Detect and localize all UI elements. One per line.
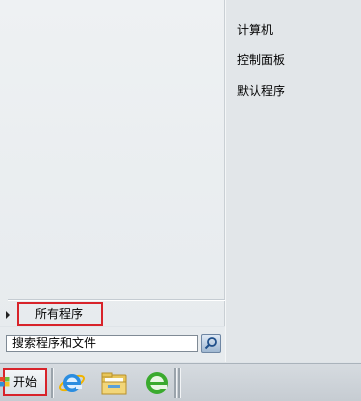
all-programs-label: 所有程序 xyxy=(17,302,103,326)
programs-pane xyxy=(0,0,225,326)
internet-explorer-icon[interactable] xyxy=(56,368,88,398)
search-row: 搜索程序和文件 xyxy=(0,327,225,362)
all-programs-button[interactable]: 所有程序 xyxy=(0,302,224,327)
taskbar-separator xyxy=(174,368,177,398)
search-input[interactable]: 搜索程序和文件 xyxy=(6,335,198,352)
windows-logo-icon xyxy=(0,377,10,387)
place-item-control-panel[interactable]: 控制面板 xyxy=(237,50,285,70)
ie-refresh-icon[interactable] xyxy=(141,368,173,398)
taskbar-separator xyxy=(178,368,181,398)
search-icon xyxy=(204,337,217,350)
folder-icon[interactable] xyxy=(98,368,130,398)
taskbar-separator xyxy=(51,368,54,398)
place-item-label: 控制面板 xyxy=(237,53,286,67)
start-button[interactable]: 开始 xyxy=(0,368,47,396)
taskbar: 开始 xyxy=(0,363,361,401)
place-item-label: 默认程序 xyxy=(237,84,286,98)
place-item-label: 计算机 xyxy=(237,23,274,37)
places-pane: 计算机 控制面板 默认程序 xyxy=(225,0,361,362)
chevron-right-icon xyxy=(6,311,10,319)
search-placeholder: 搜索程序和文件 xyxy=(12,336,97,350)
place-item-default-programs[interactable]: 默认程序 xyxy=(237,81,285,101)
start-label: 开始 xyxy=(13,375,38,389)
search-button[interactable] xyxy=(201,334,221,353)
place-item-computer[interactable]: 计算机 xyxy=(237,20,273,40)
